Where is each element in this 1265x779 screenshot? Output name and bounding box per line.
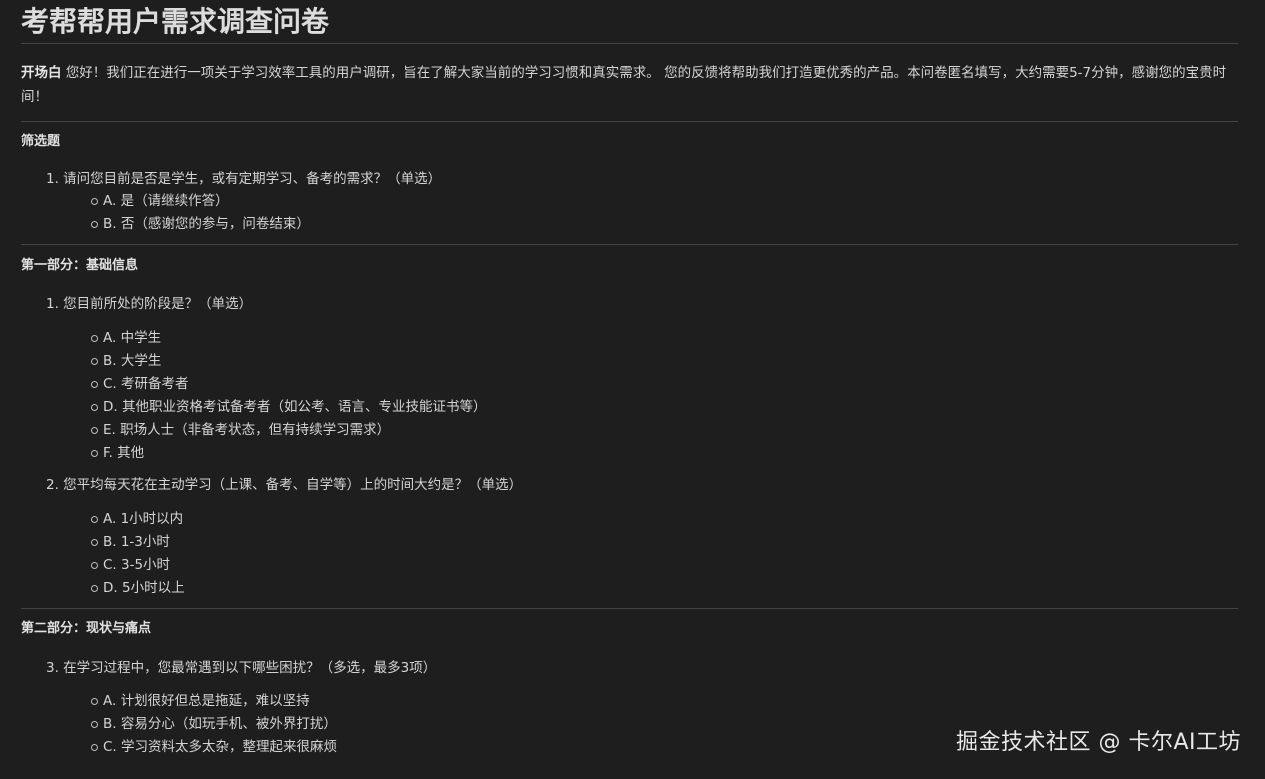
intro-paragraph: 开场白 您好！我们正在进行一项关于学习效率工具的用户调研，旨在了解大家当前的学习… [21,61,1238,122]
option-label: C. 考研备考者 [103,376,189,392]
option-item[interactable]: B. 否（感谢您的参与，问卷结束） [91,213,1238,236]
circle-bullet-icon [91,381,98,388]
watermark: 掘金技术社区 @ 卡尔AI工坊 [955,730,1241,755]
option-item[interactable]: E. 职场人士（非备考状态，但有持续学习需求） [91,419,1238,442]
option-list: A. 1小时以内 B. 1-3小时 C. 3-5小时 D. 5小时以上 [46,508,1238,600]
question-text: 2. 您平均每天花在主动学习（上课、备考、自学等）上的时间大约是？（单选） [46,477,523,493]
circle-bullet-icon [91,516,98,523]
option-item[interactable]: C. 3-5小时 [91,554,1238,577]
option-item[interactable]: F. 其他 [91,442,1238,465]
option-label: F. 其他 [103,445,145,461]
option-label: B. 大学生 [103,353,162,369]
circle-bullet-icon [91,404,98,411]
option-label: A. 是（请继续作答） [103,193,229,209]
section-basic-info: 第一部分：基础信息 1. 您目前所处的阶段是？（单选） A. 中学生 B. 大学… [21,258,1238,609]
option-item[interactable]: B. 大学生 [91,350,1238,373]
option-label: C. 3-5小时 [103,557,171,573]
option-item[interactable]: D. 其他职业资格考试备考者（如公考、语言、专业技能证书等） [91,396,1238,419]
circle-bullet-icon [91,335,98,342]
circle-bullet-icon [91,450,98,457]
intro-text: 您好！我们正在进行一项关于学习效率工具的用户调研，旨在了解大家当前的学习习惯和真… [21,65,1227,105]
option-label: D. 其他职业资格考试备考者（如公考、语言、专业技能证书等） [103,399,487,415]
option-label: E. 职场人士（非备考状态，但有持续学习需求） [103,422,391,438]
circle-bullet-icon [91,539,98,546]
circle-bullet-icon [91,221,98,228]
option-label: A. 中学生 [103,330,162,346]
option-item[interactable]: A. 1小时以内 [91,508,1238,531]
option-label: B. 1-3小时 [103,534,170,550]
section-screening: 筛选题 1. 请问您目前是否是学生，或有定期学习、备考的需求？（单选） A. 是… [21,134,1238,245]
circle-bullet-icon [91,744,98,751]
option-list: A. 是（请继续作答） B. 否（感谢您的参与，问卷结束） [46,190,1238,236]
option-list: A. 中学生 B. 大学生 C. 考研备考者 D. 其他职业资格考试备考者（如公… [46,327,1238,465]
question-text: 1. 您目前所处的阶段是？（单选） [46,296,253,312]
section-title: 第二部分：现状与痛点 [21,621,152,636]
option-item[interactable]: A. 是（请继续作答） [91,190,1238,213]
option-item[interactable]: C. 考研备考者 [91,373,1238,396]
circle-bullet-icon [91,721,98,728]
option-label: D. 5小时以上 [103,580,185,596]
circle-bullet-icon [91,198,98,205]
option-item[interactable]: A. 计划很好但总是拖延，难以坚持 [91,690,1238,713]
question-text: 1. 请问您目前是否是学生，或有定期学习、备考的需求？（单选） [46,171,442,187]
circle-bullet-icon [91,698,98,705]
page-title: 考帮帮用户需求调查问卷 [21,0,1238,44]
option-item[interactable]: B. 1-3小时 [91,531,1238,554]
option-item[interactable]: A. 中学生 [91,327,1238,350]
section-title: 筛选题 [21,134,61,149]
option-label: A. 1小时以内 [103,511,184,527]
option-label: A. 计划很好但总是拖延，难以坚持 [103,693,310,709]
circle-bullet-icon [91,585,98,592]
circle-bullet-icon [91,427,98,434]
question: 1. 您目前所处的阶段是？（单选） A. 中学生 B. 大学生 C. 考研备考者… [46,294,1238,465]
option-label: B. 容易分心（如玩手机、被外界打扰） [103,716,337,732]
option-label: B. 否（感谢您的参与，问卷结束） [103,216,310,232]
option-label: C. 学习资料太多太杂，整理起来很麻烦 [103,739,338,755]
question-text: 3. 在学习过程中，您最常遇到以下哪些困扰？（多选，最多3项） [46,660,437,676]
circle-bullet-icon [91,562,98,569]
question: 1. 请问您目前是否是学生，或有定期学习、备考的需求？（单选） A. 是（请继续… [46,169,1238,236]
circle-bullet-icon [91,358,98,365]
document: 考帮帮用户需求调查问卷 开场白 您好！我们正在进行一项关于学习效率工具的用户调研… [21,0,1238,767]
section-title: 第一部分：基础信息 [21,258,139,273]
option-item[interactable]: D. 5小时以上 [91,577,1238,600]
question: 2. 您平均每天花在主动学习（上课、备考、自学等）上的时间大约是？（单选） A.… [46,475,1238,600]
intro-label: 开场白 [21,65,62,81]
